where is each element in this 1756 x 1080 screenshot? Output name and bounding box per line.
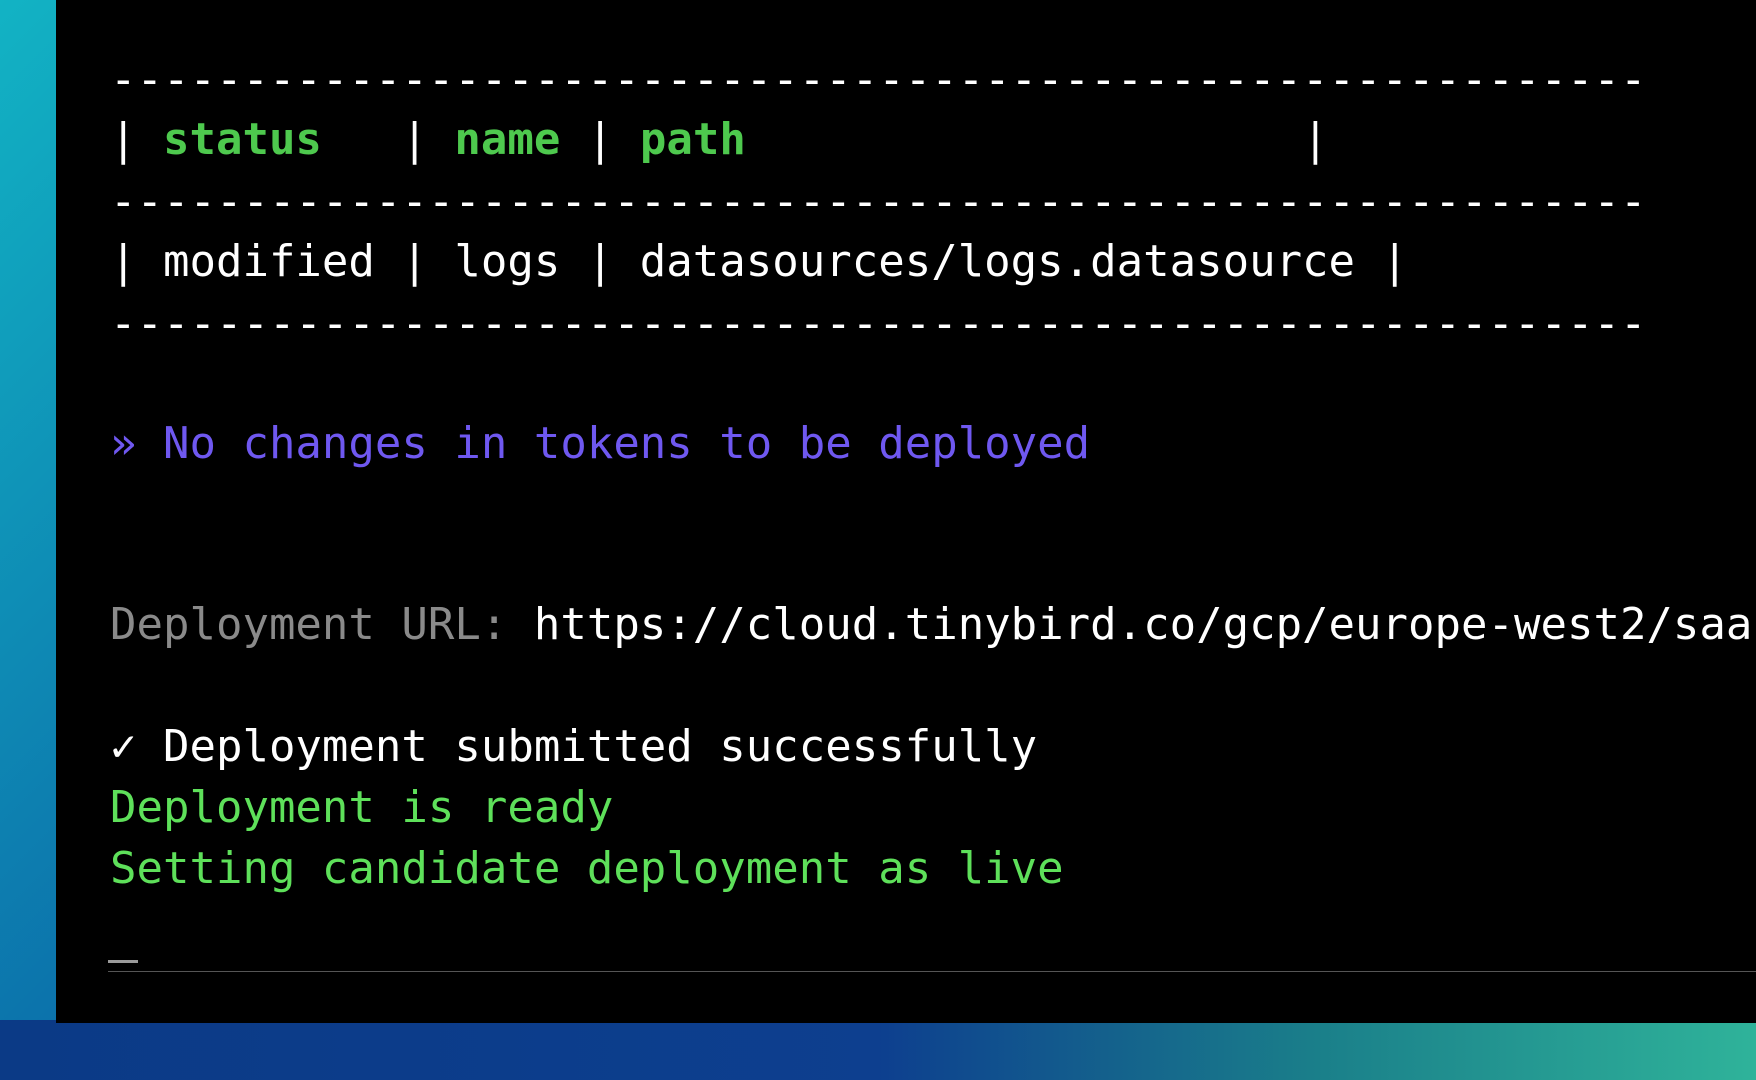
table-header-row: | status | name | path | bbox=[110, 113, 1329, 167]
desktop-background bbox=[0, 1020, 1756, 1080]
table-header-status: status bbox=[162, 114, 322, 165]
terminal-cursor bbox=[108, 960, 138, 963]
deployment-ready-message: Deployment is ready bbox=[110, 782, 614, 833]
deployment-url-line: Deployment URL: https://cloud.tinybird.c… bbox=[110, 598, 1752, 652]
table-border-top: ----------------------------------------… bbox=[110, 54, 1647, 105]
deployment-url-label: Deployment URL: bbox=[110, 599, 534, 650]
table-border-middle: ----------------------------------------… bbox=[110, 176, 1647, 227]
terminal-window[interactable]: ----------------------------------------… bbox=[56, 0, 1756, 1023]
table-row: | modified | logs | datasources/logs.dat… bbox=[110, 236, 1409, 287]
table-header-separator: | bbox=[560, 114, 640, 165]
table-header-path: path bbox=[639, 114, 746, 165]
deployment-url-link[interactable]: https://cloud.tinybird.co/gcp/europe-wes… bbox=[534, 599, 1753, 650]
table-header-pipe: | bbox=[110, 114, 163, 165]
table-header-name: name bbox=[454, 114, 561, 165]
deployment-live-message: Setting candidate deployment as live bbox=[110, 843, 1064, 894]
table-header-separator: | bbox=[321, 114, 455, 165]
prompt-divider bbox=[108, 971, 1756, 972]
tokens-info-message: » No changes in tokens to be deployed bbox=[110, 418, 1091, 469]
table-header-pipe-close: | bbox=[745, 114, 1329, 165]
table-border-bottom: ----------------------------------------… bbox=[110, 298, 1647, 349]
deployment-submitted-message: ✓ Deployment submitted successfully bbox=[110, 721, 1038, 772]
